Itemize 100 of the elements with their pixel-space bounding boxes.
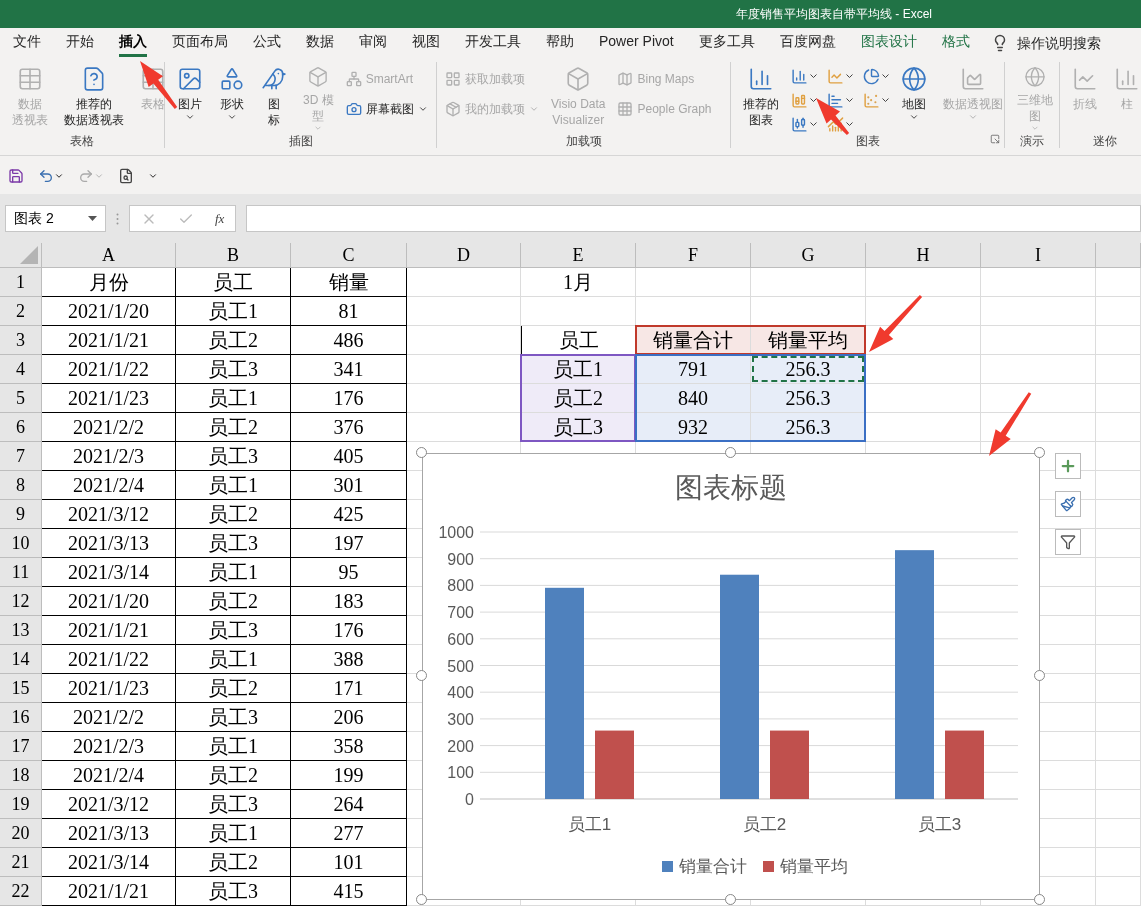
table-cell: 101 bbox=[291, 848, 407, 877]
table-cell: 388 bbox=[291, 645, 407, 674]
table-cell: 员工3 bbox=[176, 703, 291, 732]
ribbon-button[interactable]: 推荐的 图表 bbox=[739, 62, 783, 132]
table-cell: 206 bbox=[291, 703, 407, 732]
axis-tick-label: 700 bbox=[447, 604, 474, 622]
table-cell: 376 bbox=[291, 413, 407, 442]
ribbon-tab[interactable]: 帮助 bbox=[546, 29, 574, 57]
table-cell: 2021/1/21 bbox=[42, 326, 176, 355]
table-cell: 员工3 bbox=[176, 877, 291, 906]
table-cell: 员工1 bbox=[176, 384, 291, 413]
axis-tick-label: 900 bbox=[447, 550, 474, 568]
table-cell: 197 bbox=[291, 529, 407, 558]
ribbon-tab[interactable]: 图表设计 bbox=[860, 29, 917, 57]
table-cell: 员工3 bbox=[176, 616, 291, 645]
table-cell: 81 bbox=[291, 297, 407, 326]
table-cell: 员工3 bbox=[176, 529, 291, 558]
ribbon-tab[interactable]: 文件 bbox=[13, 29, 41, 57]
table-cell: 183 bbox=[291, 587, 407, 616]
ribbon-tab[interactable]: 百度网盘 bbox=[779, 29, 836, 57]
group-label: 迷你 bbox=[1092, 133, 1117, 148]
table-cell: 员工3 bbox=[521, 413, 636, 442]
table-cell: 销量平均 bbox=[751, 326, 866, 355]
table-cell: 员工1 bbox=[176, 732, 291, 761]
table-cell: 月份 bbox=[42, 268, 176, 297]
table-cell: 341 bbox=[291, 355, 407, 384]
window-title: 年度销售平均图表自带平均线 - Excel bbox=[736, 6, 932, 23]
legend-label: 销量合计 bbox=[679, 856, 747, 878]
group-label: 图表 bbox=[855, 133, 880, 148]
column-header[interactable]: H bbox=[916, 241, 930, 269]
table-cell: 销量合计 bbox=[636, 326, 751, 355]
table-cell: 2021/1/22 bbox=[42, 645, 176, 674]
table-cell: 176 bbox=[291, 616, 407, 645]
chart-area[interactable]: 图表标题 0 100 200 300 400 500 600 700 800 900 1000 员工1 员工2 员工3 销量合计 销量平均 bbox=[422, 453, 1040, 900]
ribbon-tab[interactable]: 公式 bbox=[253, 29, 281, 57]
table-cell: 2021/3/12 bbox=[42, 500, 176, 529]
ribbon-button[interactable]: 图 标 bbox=[257, 62, 291, 132]
table-cell: 员工3 bbox=[176, 355, 291, 384]
table-cell: 2021/1/20 bbox=[42, 297, 176, 326]
name-box[interactable]: 图表 2 bbox=[5, 205, 106, 232]
insert-function-button[interactable]: fx bbox=[215, 208, 225, 229]
table-cell: 员工2 bbox=[176, 848, 291, 877]
table-cell: 2021/1/21 bbox=[42, 616, 176, 645]
ribbon-tab[interactable]: 更多工具 bbox=[698, 29, 755, 57]
tell-me-field[interactable]: 操作说明搜索 bbox=[1016, 32, 1117, 54]
axis-tick-label: 500 bbox=[447, 657, 474, 675]
table-cell: 员工2 bbox=[176, 326, 291, 355]
table-cell: 415 bbox=[291, 877, 407, 906]
table-cell: 171 bbox=[291, 674, 407, 703]
table-cell: 2021/3/13 bbox=[42, 819, 176, 848]
column-header[interactable]: F bbox=[688, 241, 698, 269]
table-cell: 2021/3/14 bbox=[42, 848, 176, 877]
table-cell: 员工1 bbox=[176, 471, 291, 500]
ribbon-button[interactable]: 形状 bbox=[215, 62, 249, 132]
table-cell: 2021/1/20 bbox=[42, 587, 176, 616]
ribbon-button[interactable]: 图片 bbox=[173, 62, 207, 132]
table-cell: 176 bbox=[291, 384, 407, 413]
ribbon-button[interactable]: 推荐的 数据透视表 bbox=[60, 62, 128, 132]
group-label: 加载项 bbox=[565, 133, 602, 148]
column-header[interactable]: G bbox=[801, 241, 815, 269]
table-cell: 2021/2/3 bbox=[42, 442, 176, 471]
table-cell: 员工1 bbox=[521, 355, 636, 384]
table-cell: 2021/2/4 bbox=[42, 471, 176, 500]
group-label: 插图 bbox=[288, 133, 313, 148]
table-cell: 员工 bbox=[176, 268, 291, 297]
axis-tick-label: 0 bbox=[465, 791, 474, 808]
ribbon-tab[interactable]: 开始 bbox=[66, 29, 94, 57]
ribbon-tab[interactable]: 格式 bbox=[941, 29, 970, 57]
ribbon-tab[interactable]: Power Pivot bbox=[599, 29, 674, 57]
table-cell: 员工2 bbox=[176, 674, 291, 703]
ribbon-button[interactable]: 屏幕截图 bbox=[345, 100, 428, 118]
table-cell: 256.3 bbox=[751, 413, 866, 442]
ribbon-button[interactable]: 地图 bbox=[897, 62, 931, 132]
ribbon-tab[interactable]: 视图 bbox=[412, 29, 440, 57]
column-header[interactable]: I bbox=[1035, 241, 1041, 269]
table-cell: 425 bbox=[291, 500, 407, 529]
table-cell: 301 bbox=[291, 471, 407, 500]
ribbon-tab[interactable]: 审阅 bbox=[359, 29, 387, 57]
table-cell: 2021/2/2 bbox=[42, 703, 176, 732]
group-label: 演示 bbox=[1020, 133, 1044, 148]
axis-tick-label: 300 bbox=[447, 710, 474, 728]
column-header[interactable]: A bbox=[102, 241, 115, 269]
table-cell: 员工2 bbox=[176, 413, 291, 442]
table-cell: 员工2 bbox=[176, 500, 291, 529]
category-label: 员工2 bbox=[742, 815, 787, 834]
table-cell: 277 bbox=[291, 819, 407, 848]
axis-tick-label: 1000 bbox=[438, 524, 474, 541]
table-cell: 员工1 bbox=[176, 645, 291, 674]
column-header[interactable]: C bbox=[342, 241, 355, 269]
column-header[interactable]: B bbox=[227, 241, 239, 269]
ribbon-tab[interactable]: 插入 bbox=[119, 29, 147, 57]
ribbon-tab[interactable]: 数据 bbox=[306, 29, 334, 57]
column-header[interactable]: D bbox=[457, 241, 470, 269]
table-cell: 2021/3/12 bbox=[42, 790, 176, 819]
column-header[interactable]: E bbox=[572, 241, 584, 269]
table-cell: 256.3 bbox=[751, 355, 866, 384]
table-cell: 405 bbox=[291, 442, 407, 471]
table-cell: 员工2 bbox=[176, 587, 291, 616]
ribbon-tab[interactable]: 页面布局 bbox=[172, 29, 228, 57]
ribbon-tab[interactable]: 开发工具 bbox=[465, 29, 521, 57]
